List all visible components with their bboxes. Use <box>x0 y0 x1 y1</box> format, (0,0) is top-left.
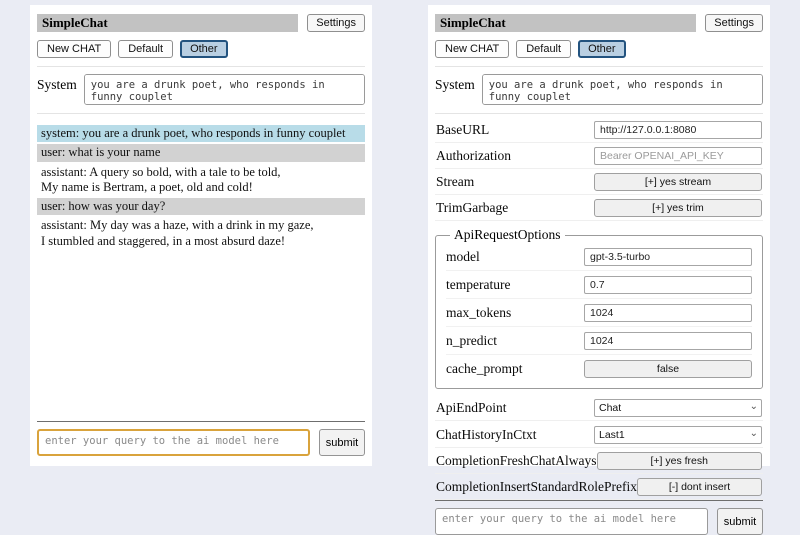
query-area: submit <box>37 421 365 456</box>
chat-message-system: system: you are a drunk poet, who respon… <box>37 125 365 142</box>
divider <box>37 66 365 67</box>
query-input[interactable] <box>37 429 310 456</box>
settings-button[interactable]: Settings <box>307 14 365 32</box>
setting-row-temperature: temperature <box>446 271 752 299</box>
setting-row-apiendpoint: ApiEndPoint Chat ⌄ <box>435 394 763 421</box>
chathistoryinctxt-select[interactable]: Last1 <box>594 426 762 444</box>
chathistoryinctxt-label: ChatHistoryInCtxt <box>436 427 537 443</box>
divider <box>37 421 365 422</box>
query-input[interactable] <box>435 508 708 535</box>
stream-toggle-button[interactable]: [+] yes stream <box>594 173 762 191</box>
system-label: System <box>435 74 475 93</box>
setting-row-max-tokens: max_tokens <box>446 299 752 327</box>
divider <box>435 113 763 114</box>
session-tab-default[interactable]: Default <box>516 40 571 58</box>
max-tokens-input[interactable] <box>584 304 752 322</box>
header: SimpleChat Settings <box>435 14 763 32</box>
completionfreshchatalways-toggle-button[interactable]: [+] yes fresh <box>597 452 763 470</box>
temperature-input[interactable] <box>584 276 752 294</box>
chat-message-user: user: how was your day? <box>37 198 365 215</box>
divider <box>435 66 763 67</box>
trimgarbage-toggle-button[interactable]: [+] yes trim <box>594 199 762 217</box>
divider <box>435 500 763 501</box>
query-area: submit <box>435 500 763 535</box>
system-prompt-input[interactable]: you are a drunk poet, who responds in fu… <box>482 74 763 105</box>
new-chat-button[interactable]: New CHAT <box>435 40 509 58</box>
chat-message-list: system: you are a drunk poet, who respon… <box>37 125 365 252</box>
n-predict-label: n_predict <box>446 333 497 349</box>
setting-row-n-predict: n_predict <box>446 327 752 355</box>
setting-row-baseurl: BaseURL <box>435 117 763 143</box>
model-input[interactable] <box>584 248 752 266</box>
header: SimpleChat Settings <box>37 14 365 32</box>
setting-row-stream: Stream [+] yes stream <box>435 169 763 195</box>
api-request-options-group: ApiRequestOptions model temperature max_… <box>435 227 763 389</box>
stream-label: Stream <box>436 174 474 190</box>
setting-row-chathistoryinctxt: ChatHistoryInCtxt Last1 ⌄ <box>435 421 763 448</box>
system-label: System <box>37 74 77 93</box>
cache-prompt-toggle-button[interactable]: false <box>584 360 752 378</box>
session-tab-other[interactable]: Other <box>180 40 228 58</box>
chat-message-assistant: assistant: A query so bold, with a tale … <box>37 164 365 197</box>
setting-row-trimgarbage: TrimGarbage [+] yes trim <box>435 195 763 221</box>
setting-row-completioninsertstandardroleprefix: CompletionInsertStandardRolePrefix [-] d… <box>435 474 763 500</box>
divider <box>37 113 365 114</box>
session-tabs: New CHAT Default Other <box>37 40 365 58</box>
temperature-label: temperature <box>446 277 510 293</box>
api-request-options-legend: ApiRequestOptions <box>450 227 565 243</box>
submit-button[interactable]: submit <box>717 508 763 535</box>
apiendpoint-label: ApiEndPoint <box>436 400 507 416</box>
settings-panel: SimpleChat Settings New CHAT Default Oth… <box>428 5 770 466</box>
authorization-label: Authorization <box>436 148 511 164</box>
submit-button[interactable]: submit <box>319 429 365 456</box>
baseurl-input[interactable] <box>594 121 762 139</box>
session-tab-default[interactable]: Default <box>118 40 173 58</box>
setting-row-model: model <box>446 243 752 271</box>
completioninsertstandardroleprefix-toggle-button[interactable]: [-] dont insert <box>637 478 762 496</box>
model-label: model <box>446 249 480 265</box>
completionfreshchatalways-label: CompletionFreshChatAlways <box>436 453 597 469</box>
setting-row-completionfreshchatalways: CompletionFreshChatAlways [+] yes fresh <box>435 448 763 474</box>
session-tabs: New CHAT Default Other <box>435 40 763 58</box>
chat-panel: SimpleChat Settings New CHAT Default Oth… <box>30 5 372 466</box>
system-prompt-input[interactable]: you are a drunk poet, who responds in fu… <box>84 74 365 105</box>
setting-row-cache-prompt: cache_prompt false <box>446 355 752 382</box>
session-tab-other[interactable]: Other <box>578 40 626 58</box>
baseurl-label: BaseURL <box>436 122 489 138</box>
chat-message-assistant: assistant: My day was a haze, with a dri… <box>37 217 365 250</box>
settings-button[interactable]: Settings <box>705 14 763 32</box>
system-prompt-row: System you are a drunk poet, who respond… <box>435 74 763 105</box>
settings-form: BaseURL Authorization Stream [+] yes str… <box>435 117 763 500</box>
app-title: SimpleChat <box>37 14 298 32</box>
cache-prompt-label: cache_prompt <box>446 361 522 377</box>
system-prompt-row: System you are a drunk poet, who respond… <box>37 74 365 105</box>
app-title: SimpleChat <box>435 14 696 32</box>
n-predict-input[interactable] <box>584 332 752 350</box>
new-chat-button[interactable]: New CHAT <box>37 40 111 58</box>
setting-row-authorization: Authorization <box>435 143 763 169</box>
trimgarbage-label: TrimGarbage <box>436 200 508 216</box>
completioninsertstandardroleprefix-label: CompletionInsertStandardRolePrefix <box>436 479 637 495</box>
max-tokens-label: max_tokens <box>446 305 511 321</box>
authorization-input[interactable] <box>594 147 762 165</box>
apiendpoint-select[interactable]: Chat <box>594 399 762 417</box>
chat-message-user: user: what is your name <box>37 144 365 161</box>
